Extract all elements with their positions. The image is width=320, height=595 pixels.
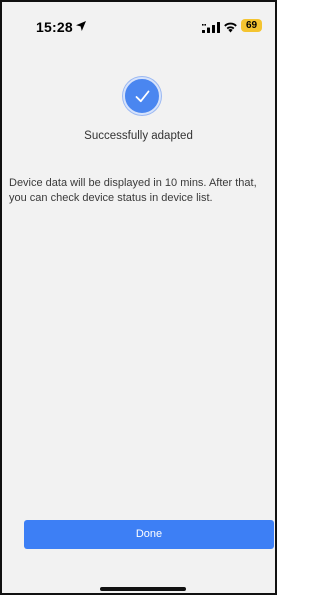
status-bar: 15:28 69 bbox=[2, 2, 275, 46]
checkmark-icon bbox=[135, 90, 150, 103]
home-indicator[interactable] bbox=[100, 587, 186, 591]
status-time: 15:28 bbox=[36, 19, 73, 35]
done-button[interactable]: Done bbox=[24, 520, 274, 549]
success-checkmark-badge bbox=[123, 77, 161, 115]
info-message: Device data will be displayed in 10 mins… bbox=[9, 177, 257, 204]
phone-screen: 15:28 69 Successfully adapted Device dat… bbox=[0, 0, 277, 595]
success-title: Successfully adapted bbox=[84, 130, 193, 142]
battery-icon: 69 bbox=[241, 19, 262, 32]
